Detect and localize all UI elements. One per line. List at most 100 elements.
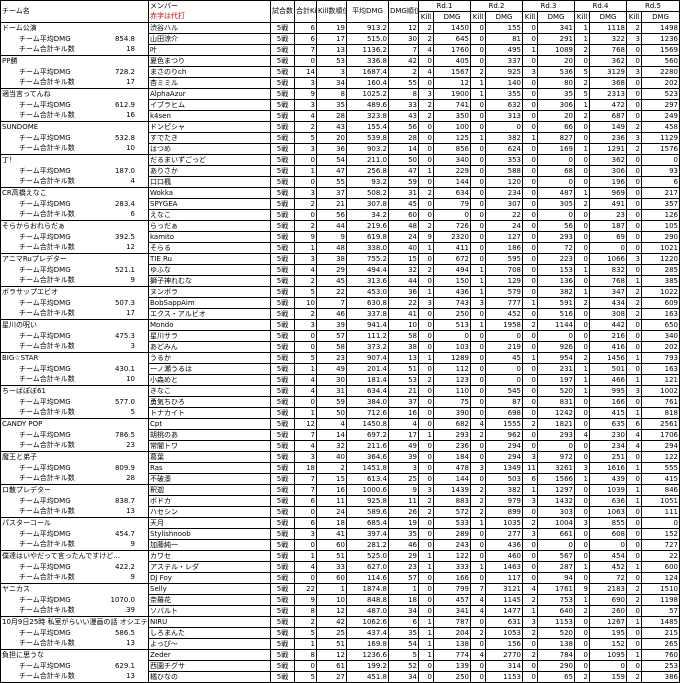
team-total-kills: チーム合計キル数 10 [0, 374, 149, 386]
team-avg-label: チーム平均DMG [19, 397, 71, 406]
round-3-kill-cell: 1 [522, 132, 538, 144]
team-total-kills: チーム合計キル数 9 [0, 275, 149, 287]
round-2-dmg-cell: 307 [485, 198, 523, 210]
round-3-kill-cell: 0 [522, 99, 538, 111]
team-kills-label: チーム合計キル数 [19, 144, 75, 153]
member-name: アステル・レダ [148, 561, 271, 573]
round-3-dmg-cell: 169 [537, 143, 575, 155]
round-2-dmg-cell: 313 [485, 110, 523, 122]
avg-dmg-cell: 155.4 [346, 121, 389, 133]
total-kill-cell: 0 [294, 539, 317, 551]
total-kill-cell: 6 [294, 517, 317, 529]
round-2-kill-cell: 0 [470, 176, 486, 188]
kill-rank-cell: 53 [316, 55, 347, 67]
round-3-kill-cell: 0 [522, 242, 538, 254]
round-4-kill-cell: 2 [574, 77, 590, 89]
kill-rank-cell: 59 [316, 396, 347, 408]
dmg-rank-cell: 55 [388, 77, 419, 89]
round-3-kill-cell: 11 [522, 462, 538, 474]
dmg-rank-cell: 58 [388, 330, 419, 342]
table-row: チーム合計キル数 23 常闇トワ 5戦 4 32 211.6 49 0 236 0 294 0 0 0 234… [0, 440, 680, 452]
matches-cell: 5戦 [270, 462, 295, 474]
dmg-rank-cell: 32 [388, 264, 419, 276]
dmg-rank-cell: 37 [388, 396, 419, 408]
team-kills-label: チーム合計キル数 [19, 375, 75, 384]
matches-cell: 5戦 [270, 583, 295, 595]
team-avg-dmg: チーム平均DMG 786.5 [0, 429, 149, 441]
kill-rank-cell: 12 [316, 649, 347, 661]
round-5-kill-cell: 0 [626, 319, 642, 331]
matches-cell: 5戦 [270, 341, 295, 353]
round-5-kill-cell: 0 [626, 220, 642, 232]
kill-rank-cell: 51 [316, 638, 347, 650]
dmg-rank-cell: 54 [388, 638, 419, 650]
team-avg-value: 629.1 [114, 661, 135, 670]
kill-rank-cell: 47 [316, 165, 347, 177]
dmg-rank-cell: 51 [388, 363, 419, 375]
round-2-dmg-cell: 117 [485, 572, 523, 584]
table-row: チーム平均DMG 612.9 イブラヒム 5戦 3 35 489.6 33 2 741 0 632 0 3… [0, 99, 680, 111]
round-1-dmg-cell: 250 [433, 671, 471, 683]
team-kills-label: チーム合計キル数 [19, 111, 75, 120]
avg-dmg-cell: 494.4 [346, 264, 389, 276]
round-4-dmg-cell: 251 [589, 451, 627, 463]
round-1-dmg-cell: 405 [433, 55, 471, 67]
round-4-kill-cell: 0 [574, 539, 590, 551]
total-kill-cell: 5 [294, 286, 317, 298]
round-5-dmg-cell: 1198 [641, 594, 680, 606]
round-3-dmg-cell: 138 [537, 638, 575, 650]
round-1-kill-cell: 0 [418, 528, 434, 540]
team-total-kills: チーム合計キル数 16 [0, 110, 149, 122]
round-4-kill-cell: 1 [574, 594, 590, 606]
round-2-dmg-cell: 219 [485, 341, 523, 353]
round-5-kill-cell: 0 [626, 451, 642, 463]
round-3-dmg-cell: 0 [537, 539, 575, 551]
round-2-kill-cell: 0 [470, 143, 486, 155]
dmg-rank-cell: 33 [388, 99, 419, 111]
avg-dmg-cell: 755.2 [346, 253, 389, 265]
round-3-dmg-cell: 487 [537, 187, 575, 199]
member-name: あどみん [148, 341, 271, 353]
round-2-dmg-cell: 632 [485, 99, 523, 111]
round-1-dmg-cell: 204 [433, 627, 471, 639]
round-1-dmg-cell: 672 [433, 253, 471, 265]
team-avg-value: 1070.0 [110, 595, 136, 604]
round-2-kill-cell: 0 [470, 550, 486, 562]
matches-cell: 5戦 [270, 143, 295, 155]
avg-dmg-cell: 1450.8 [346, 418, 389, 430]
round-5-dmg-cell: 1576 [641, 143, 680, 155]
round-1-dmg-cell: 144 [433, 176, 471, 188]
matches-cell: 5戦 [270, 627, 295, 639]
matches-cell: 5戦 [270, 121, 295, 133]
round-3-dmg-cell: 72 [537, 242, 575, 254]
table-row: ドーム公演 渋谷ハル 5戦 6 19 913.2 12 2 1450 0 155 0 341 1 1118 2… [0, 22, 680, 34]
round-4-dmg-cell: 452 [589, 561, 627, 573]
team-avg-dmg: チーム平均DMG 809.9 [0, 462, 149, 474]
team-kills-label: チーム合計キル数 [19, 606, 75, 615]
round-2-kill-cell: 0 [470, 55, 486, 67]
dmg-rank-cell: 18 [388, 594, 419, 606]
round-4-kill-cell: 0 [574, 209, 590, 221]
member-name: そらる [148, 242, 271, 254]
round-3-dmg-cell: 661 [537, 528, 575, 540]
round-1-dmg-cell: 103 [433, 341, 471, 353]
kill-rank-cell: 46 [316, 308, 347, 320]
avg-dmg-cell: 925.8 [346, 495, 389, 507]
total-kill-cell: 3 [294, 187, 317, 199]
round-2-kill-cell: 0 [470, 165, 486, 177]
round-2-dmg-cell: 22 [485, 209, 523, 221]
total-kill-cell: 3 [294, 77, 317, 89]
team-kills-label: チーム合計キル数 [19, 210, 75, 219]
round-3-kill-cell: 3 [522, 66, 538, 78]
round-4-dmg-cell: 434 [589, 297, 627, 309]
round-4-dmg-cell: 855 [589, 517, 627, 529]
kill-rank-cell: 49 [316, 363, 347, 375]
round-3-kill-cell: 0 [522, 308, 538, 320]
table-row: チーム合計キル数 3 あどみん 5戦 0 58 373.2 38 0 103 0 219 0 926 0 41… [0, 341, 680, 353]
header-round-5-dmg: DMG [641, 11, 680, 23]
team-total-kills: チーム合計キル数 39 [0, 605, 149, 617]
round-4-dmg-cell: 1066 [589, 253, 627, 265]
team-avg-dmg: チーム平均DMG 532.8 [0, 132, 149, 144]
round-2-kill-cell: 4 [470, 418, 486, 430]
round-1-dmg-cell: 166 [433, 572, 471, 584]
